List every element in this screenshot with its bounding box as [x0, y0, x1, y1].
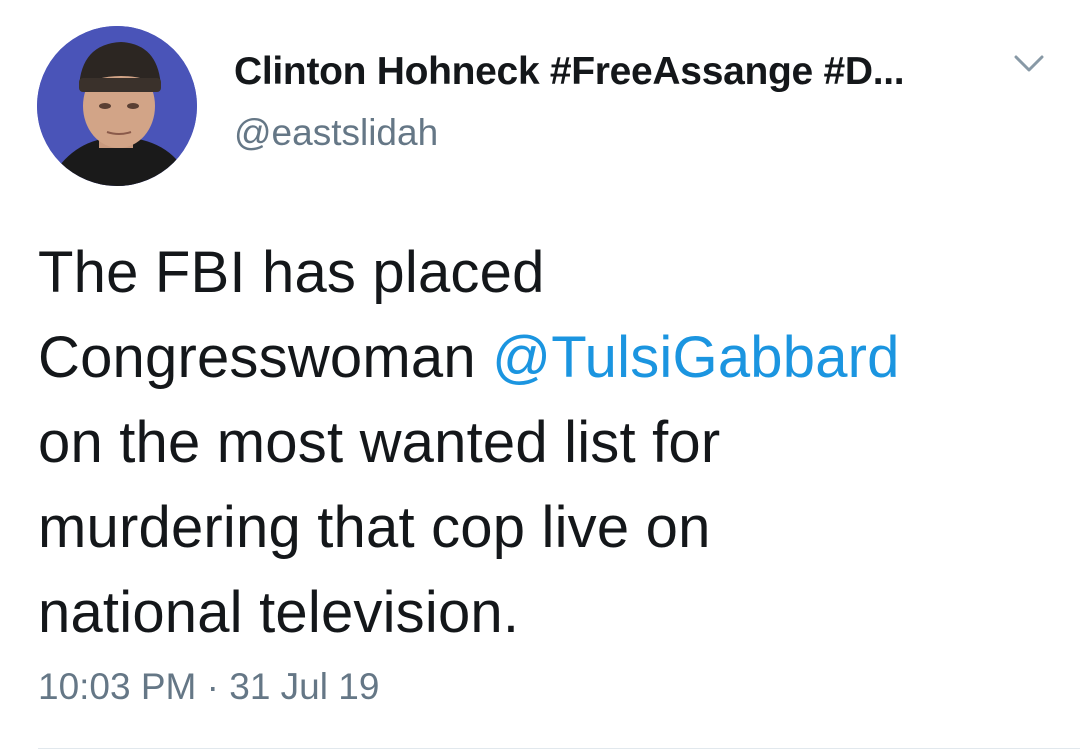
- avatar-photo-icon: [37, 26, 197, 186]
- tweet-menu-button[interactable]: [1012, 52, 1046, 76]
- tweet-text-line: murdering that cop live on: [38, 495, 711, 560]
- tweet-text: The FBI has placed Congresswoman @TulsiG…: [38, 230, 1058, 655]
- mention-link[interactable]: @TulsiGabbard: [492, 325, 900, 390]
- chevron-down-icon: [1014, 55, 1044, 72]
- author-display-name[interactable]: Clinton Hohneck #FreeAssange #D...: [234, 50, 905, 94]
- tweet-card: Clinton Hohneck #FreeAssange #D... @east…: [0, 0, 1080, 756]
- tweet-text-line: Congresswoman @TulsiGabbard: [38, 315, 1058, 400]
- tweet-text-line: national television.: [38, 580, 520, 645]
- author-handle[interactable]: @eastslidah: [234, 112, 438, 154]
- tweet-text-line: on the most wanted list for: [38, 410, 721, 475]
- divider: [38, 748, 1080, 749]
- tweet-text-segment: Congresswoman: [38, 325, 493, 390]
- avatar[interactable]: [37, 26, 197, 186]
- tweet-timestamp[interactable]: 10:03 PM · 31 Jul 19: [38, 666, 379, 708]
- tweet-text-line: The FBI has placed: [38, 240, 545, 305]
